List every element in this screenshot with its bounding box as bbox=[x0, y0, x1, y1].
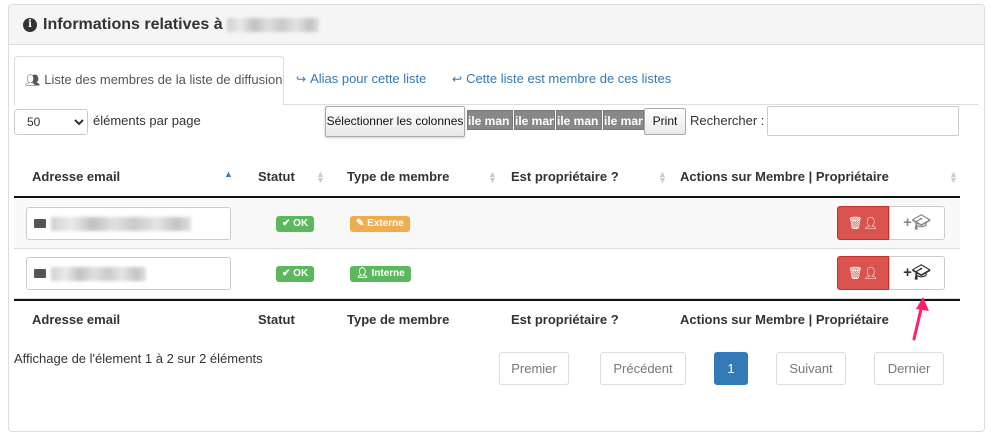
delete-member-button[interactable]: 🗑︎👤︎ bbox=[837, 206, 889, 240]
tab-bar: 👥︎ Liste des membres de la liste de diffu… bbox=[14, 56, 978, 106]
trash-icon: 🗑︎ bbox=[847, 266, 863, 280]
graduation-cap-icon: 🎓︎ bbox=[911, 214, 931, 231]
sort-icon: ▲ ▼ bbox=[488, 169, 497, 185]
users-icon: 👥︎ bbox=[25, 73, 41, 87]
pagination-first[interactable]: Premier bbox=[499, 352, 569, 385]
tab-members[interactable]: 👥︎ Liste des membres de la liste de diffu… bbox=[14, 56, 284, 106]
type-badge: 👤︎ Interne bbox=[350, 266, 411, 282]
mail-button-3[interactable]: ile man bbox=[556, 110, 602, 130]
footer-status: Statut bbox=[258, 312, 295, 327]
select-columns-button[interactable]: Sélectionner les colonnes bbox=[325, 106, 465, 137]
redacted-list-name bbox=[226, 17, 319, 32]
sort-icon: ▲ ▼ bbox=[658, 169, 667, 185]
info-circle-icon: i bbox=[23, 17, 37, 32]
pagination-next[interactable]: Suivant bbox=[776, 352, 846, 385]
user-icon: 👤︎ bbox=[863, 216, 879, 230]
table-footer: Adresse email Statut Type de membre Est … bbox=[14, 299, 960, 339]
footer-owner: Est propriétaire ? bbox=[511, 312, 619, 327]
search-label: Rechercher : bbox=[690, 113, 765, 128]
search-input[interactable] bbox=[767, 106, 959, 136]
header-actions[interactable]: Actions sur Membre | Propriétaire bbox=[680, 158, 889, 196]
header-email[interactable]: Adresse email bbox=[32, 158, 120, 196]
table-info: Affichage de l'élement 1 à 2 sur 2 éléme… bbox=[14, 351, 263, 366]
header-owner[interactable]: Est propriétaire ? bbox=[511, 158, 619, 196]
footer-type: Type de membre bbox=[347, 312, 450, 327]
pagination-last[interactable]: Dernier bbox=[874, 352, 944, 385]
email-field[interactable] bbox=[26, 257, 231, 290]
add-owner-button[interactable]: +🎓︎ bbox=[889, 256, 945, 290]
plus-icon: + bbox=[903, 264, 912, 281]
mail-button-1[interactable]: ile man bbox=[467, 110, 513, 130]
header-type[interactable]: Type de membre bbox=[347, 158, 449, 196]
tab-member-of[interactable]: ↩ Cette liste est membre de ces listes bbox=[442, 56, 681, 105]
status-badge: ✔ OK bbox=[276, 216, 315, 232]
user-icon: 👤︎ bbox=[863, 266, 879, 280]
sort-asc-icon: ▲ bbox=[224, 169, 233, 179]
print-button[interactable]: Print bbox=[644, 108, 686, 135]
sort-icon: ▲ ▼ bbox=[316, 169, 325, 185]
footer-actions: Actions sur Membre | Propriétaire bbox=[680, 312, 889, 327]
mail-button-2[interactable]: ile man bbox=[514, 110, 555, 130]
footer-email: Adresse email bbox=[32, 312, 121, 327]
page-length-label: éléments par page bbox=[93, 113, 201, 128]
pagination-prev[interactable]: Précédent bbox=[600, 352, 686, 385]
page-length-select[interactable]: 50 bbox=[14, 109, 88, 135]
header-status[interactable]: Statut bbox=[258, 158, 295, 196]
share-icon: ↪ bbox=[296, 72, 307, 86]
plus-icon: + bbox=[903, 214, 912, 231]
table-row: ✔ OK ✎ Externe 🗑︎👤︎ +🎓︎ bbox=[14, 199, 960, 249]
redacted-email bbox=[51, 217, 191, 231]
tab-aliases[interactable]: ↪ Alias pour cette liste bbox=[286, 56, 436, 105]
status-badge: ✔ OK bbox=[276, 266, 315, 282]
envelope-icon bbox=[34, 219, 46, 228]
table-row: ✔ OK 👤︎ Interne 🗑︎👤︎ +🎓︎ bbox=[14, 249, 960, 299]
delete-member-button[interactable]: 🗑︎👤︎ bbox=[837, 256, 889, 290]
table-header: Adresse email ▲ Statut ▲ ▼ Type de membre… bbox=[14, 158, 960, 198]
add-owner-button[interactable]: +🎓︎ bbox=[889, 206, 945, 240]
panel-heading: i Informations relatives à bbox=[9, 5, 984, 45]
pagination-page-1[interactable]: 1 bbox=[714, 352, 748, 385]
mail-button-4[interactable]: ile man bbox=[603, 110, 644, 130]
graduation-cap-icon: 🎓︎ bbox=[911, 264, 931, 281]
trash-icon: 🗑︎ bbox=[847, 216, 863, 230]
panel-title: Informations relatives à bbox=[43, 15, 223, 33]
email-field[interactable] bbox=[26, 207, 231, 240]
type-badge: ✎ Externe bbox=[350, 216, 410, 232]
redacted-email bbox=[51, 267, 146, 281]
reply-icon: ↩ bbox=[452, 72, 463, 86]
annotation-arrow-icon bbox=[912, 297, 929, 341]
sort-icon: ▲ ▼ bbox=[949, 169, 958, 185]
envelope-icon bbox=[34, 269, 46, 278]
